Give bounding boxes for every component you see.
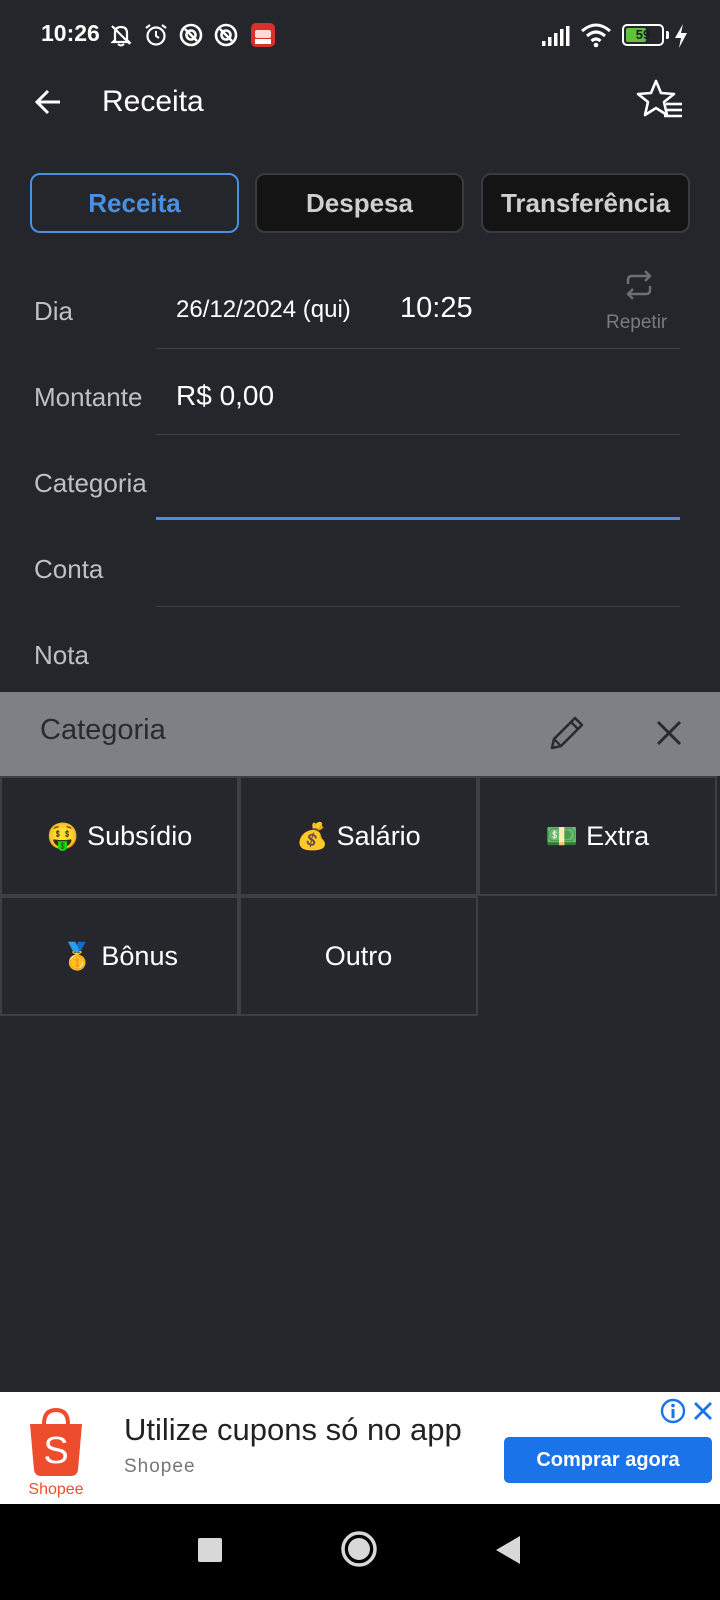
category-bonus[interactable]: 🥇 Bônus — [0, 896, 239, 1016]
category-panel-header: Categoria — [0, 692, 720, 776]
signal-icon — [542, 26, 570, 46]
ad-banner[interactable]: S Shopee Utilize cupons só no app Shopee… — [0, 1392, 720, 1504]
arrow-left-icon[interactable] — [30, 82, 70, 122]
recents-icon[interactable] — [198, 1538, 222, 1562]
dollar-bill-icon: 💵 — [545, 820, 579, 851]
ad-brand: Shopee — [124, 1456, 196, 1477]
ad-cta-button[interactable]: Comprar agora — [504, 1437, 712, 1483]
nota-label: Nota — [34, 640, 89, 670]
time-field[interactable]: 10:25 — [400, 292, 473, 325]
status-time: 10:26 — [41, 20, 100, 46]
conta-label: Conta — [34, 554, 104, 584]
status-bar: 10:26 59 — [0, 0, 720, 72]
repeat-label[interactable]: Repetir — [606, 312, 667, 334]
dnd-icon — [214, 23, 238, 47]
category-extra[interactable]: 💵 Extra — [478, 776, 717, 896]
tab-despesa[interactable]: Despesa — [255, 173, 464, 233]
type-tabs: Receita Despesa Transferência — [30, 173, 690, 233]
ad-info-icon[interactable] — [660, 1398, 686, 1424]
screen: 10:26 59 Receita Receita Despesa Transfe… — [0, 0, 720, 1600]
category-label: Subsídio — [87, 820, 193, 851]
categoria-field[interactable] — [156, 517, 680, 520]
dia-divider — [156, 348, 680, 349]
battery-icon: 59 — [622, 24, 664, 46]
app-bar: Receita — [0, 72, 720, 172]
page-title: Receita — [102, 85, 204, 118]
montante-label: Montante — [34, 382, 143, 412]
battery-tip — [666, 31, 669, 39]
dnd-icon — [179, 23, 203, 47]
svg-text:S: S — [43, 1430, 68, 1472]
wifi-icon — [581, 23, 611, 48]
category-panel-title: Categoria — [40, 714, 166, 746]
charging-icon — [675, 24, 687, 48]
categoria-label: Categoria — [34, 468, 147, 498]
alarm-icon — [145, 24, 167, 46]
category-label: Extra — [586, 820, 650, 851]
bell-off-icon — [110, 25, 132, 47]
battery-percent: 59 — [635, 27, 651, 42]
tab-transferencia[interactable]: Transferência — [481, 173, 690, 233]
system-nav-bar — [0, 1504, 720, 1600]
repeat-icon[interactable] — [622, 268, 656, 302]
category-label: Bônus — [101, 940, 178, 971]
money-bag-icon: 💰 — [296, 820, 329, 851]
medal-icon: 🥇 — [61, 940, 94, 971]
category-label: Salário — [336, 820, 421, 851]
category-subsidio[interactable]: 🤑 Subsídio — [0, 776, 239, 896]
montante-divider — [156, 434, 680, 435]
date-field[interactable]: 26/12/2024 (qui) — [176, 296, 351, 324]
montante-field[interactable]: R$ 0,00 — [176, 380, 274, 412]
tab-receita[interactable]: Receita — [30, 173, 239, 233]
app-notification-icon — [251, 23, 275, 47]
conta-field[interactable] — [156, 606, 680, 607]
back-triangle-icon[interactable] — [494, 1534, 522, 1566]
ad-headline[interactable]: Utilize cupons só no app — [124, 1412, 462, 1448]
category-label: Outro — [324, 940, 393, 971]
star-list-icon[interactable] — [636, 78, 684, 124]
shopee-logo-text: Shopee — [28, 1481, 83, 1498]
pencil-icon[interactable] — [546, 712, 588, 754]
home-icon[interactable] — [340, 1530, 378, 1568]
close-icon[interactable] — [652, 716, 686, 750]
category-salario[interactable]: 💰 Salário — [239, 776, 478, 896]
category-outro[interactable]: Outro — [239, 896, 478, 1016]
shopee-logo[interactable]: S Shopee — [24, 1406, 88, 1498]
ad-close-icon[interactable] — [692, 1400, 714, 1422]
money-mouth-icon: 🤑 — [46, 820, 80, 851]
dia-label: Dia — [34, 296, 74, 326]
